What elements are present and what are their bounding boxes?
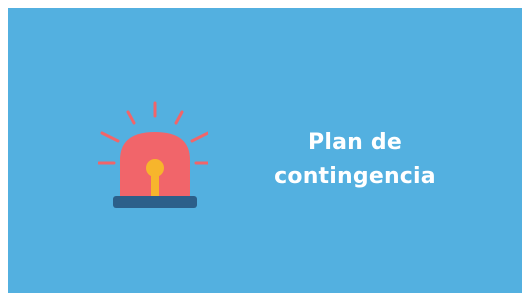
emergency-siren-icon <box>98 101 208 208</box>
card-title-line-1: Plan de <box>308 130 402 155</box>
ray-left <box>100 131 120 143</box>
card-title-line-2: contingencia <box>274 164 436 189</box>
contingency-plan-card: Plan de contingencia <box>8 8 522 293</box>
ray-right <box>190 131 208 143</box>
siren-base <box>113 196 197 208</box>
card-title: Plan de contingencia <box>270 126 440 194</box>
siren-light-stem <box>151 172 159 197</box>
ray-upper-right <box>174 110 184 125</box>
ray-upper-left <box>126 110 136 125</box>
